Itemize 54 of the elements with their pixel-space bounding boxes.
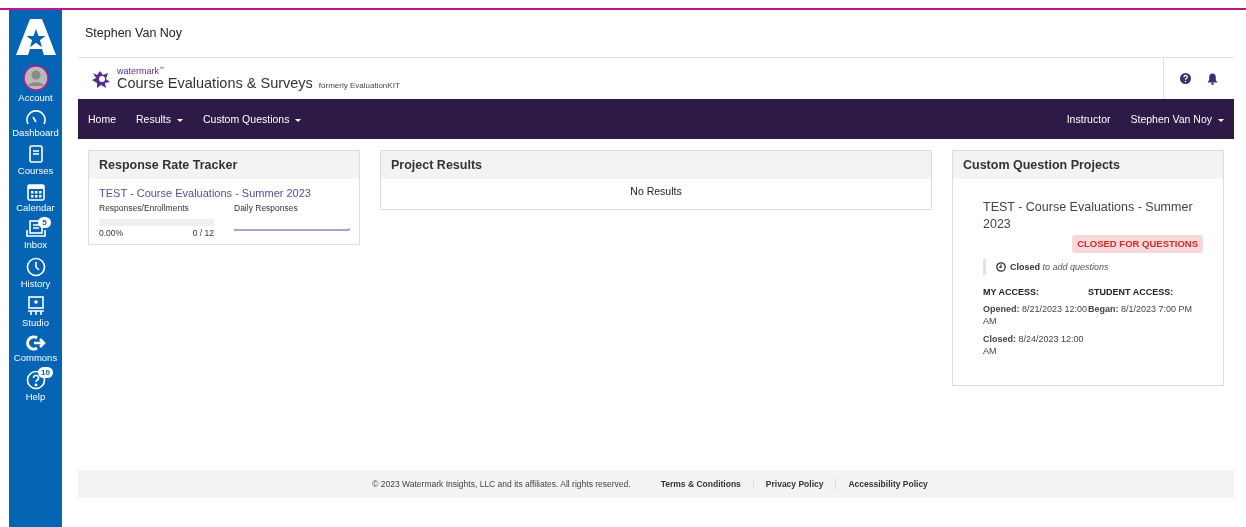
card-title: Response Rate Tracker xyxy=(89,151,359,179)
column-label: Daily Responses xyxy=(234,203,298,213)
nav-link[interactable]: Instructor xyxy=(1056,113,1121,125)
gauge-icon xyxy=(24,110,47,126)
sidebar-item[interactable]: 5 Inbox xyxy=(9,216,62,253)
avatar-icon xyxy=(22,65,49,91)
sidebar-item[interactable]: Account xyxy=(9,61,62,106)
project-link[interactable]: TEST - Course Evaluations - Summer 2023 xyxy=(99,187,311,199)
sidebar-item[interactable]: Studio xyxy=(9,292,62,331)
card-title: Custom Question Projects xyxy=(953,151,1223,179)
empty-message: No Results xyxy=(629,184,683,199)
arrow-icon xyxy=(25,335,46,351)
sidebar-item[interactable]: Courses xyxy=(9,141,62,179)
count-badge: 10 xyxy=(38,367,53,378)
page-title: Stephen Van Noy xyxy=(78,9,1234,58)
inbox-icon xyxy=(25,220,46,238)
status-badge: CLOSED FOR QUESTIONS xyxy=(1072,235,1203,253)
nav-link[interactable]: Results xyxy=(126,113,194,125)
help-icon[interactable] xyxy=(1180,73,1191,84)
sidebar-item[interactable]: Calendar xyxy=(9,179,62,216)
footer-link[interactable]: Privacy Policy xyxy=(752,479,836,489)
sidebar-item[interactable]: 10 Help xyxy=(9,366,62,405)
access-date: Began: 8/1/2023 7:00 PM xyxy=(1088,303,1194,315)
section-heading: STUDENT ACCESS: xyxy=(1088,287,1175,297)
nav-link[interactable]: Custom Questions xyxy=(193,113,312,125)
card-title: Project Results xyxy=(381,151,931,179)
brand-note: formerly EvaluationKIT xyxy=(318,82,400,91)
clock-icon xyxy=(25,257,46,277)
sidebar-item[interactable]: Dashboard xyxy=(9,106,62,141)
percent-text: 0.00% xyxy=(99,228,124,238)
nav-link[interactable]: Home xyxy=(78,113,126,125)
count-text: 0 / 12 xyxy=(192,228,214,238)
count-badge: 5 xyxy=(38,217,51,228)
bell-icon[interactable] xyxy=(1207,72,1218,85)
project-title: TEST - Course Evaluations - Summer 2023 xyxy=(983,199,1194,233)
access-date: Closed: 8/24/2023 12:00 AM xyxy=(983,333,1085,357)
access-date: Opened: 8/21/2023 12:00 AM xyxy=(983,303,1088,327)
logo-icon[interactable] xyxy=(15,17,56,57)
footer-link[interactable]: Terms & Conditions xyxy=(648,479,753,489)
nav-link[interactable]: Stephen Van Noy xyxy=(1120,113,1234,125)
monitor-icon xyxy=(25,296,46,316)
copyright-text: © 2023 Watermark Insights, LLC and its affiliates. All rights reserved. xyxy=(372,479,631,489)
footer-link[interactable]: Accessibility Policy xyxy=(835,479,940,489)
product-name: Course Evaluations & Surveys xyxy=(117,76,313,91)
brand-name: watermark$^{™}$ xyxy=(117,66,165,77)
column-label: Responses/Enrollments xyxy=(99,203,189,213)
logo-icon xyxy=(91,69,111,88)
book-icon xyxy=(27,145,44,164)
clock-icon xyxy=(996,262,1006,272)
status-text: Closed to add questions xyxy=(1010,262,1109,272)
calendar-icon xyxy=(26,183,45,201)
section-heading: MY ACCESS: xyxy=(983,287,1040,297)
sidebar-item[interactable]: Commons xyxy=(9,331,62,366)
sidebar-item[interactable]: History xyxy=(9,253,62,292)
